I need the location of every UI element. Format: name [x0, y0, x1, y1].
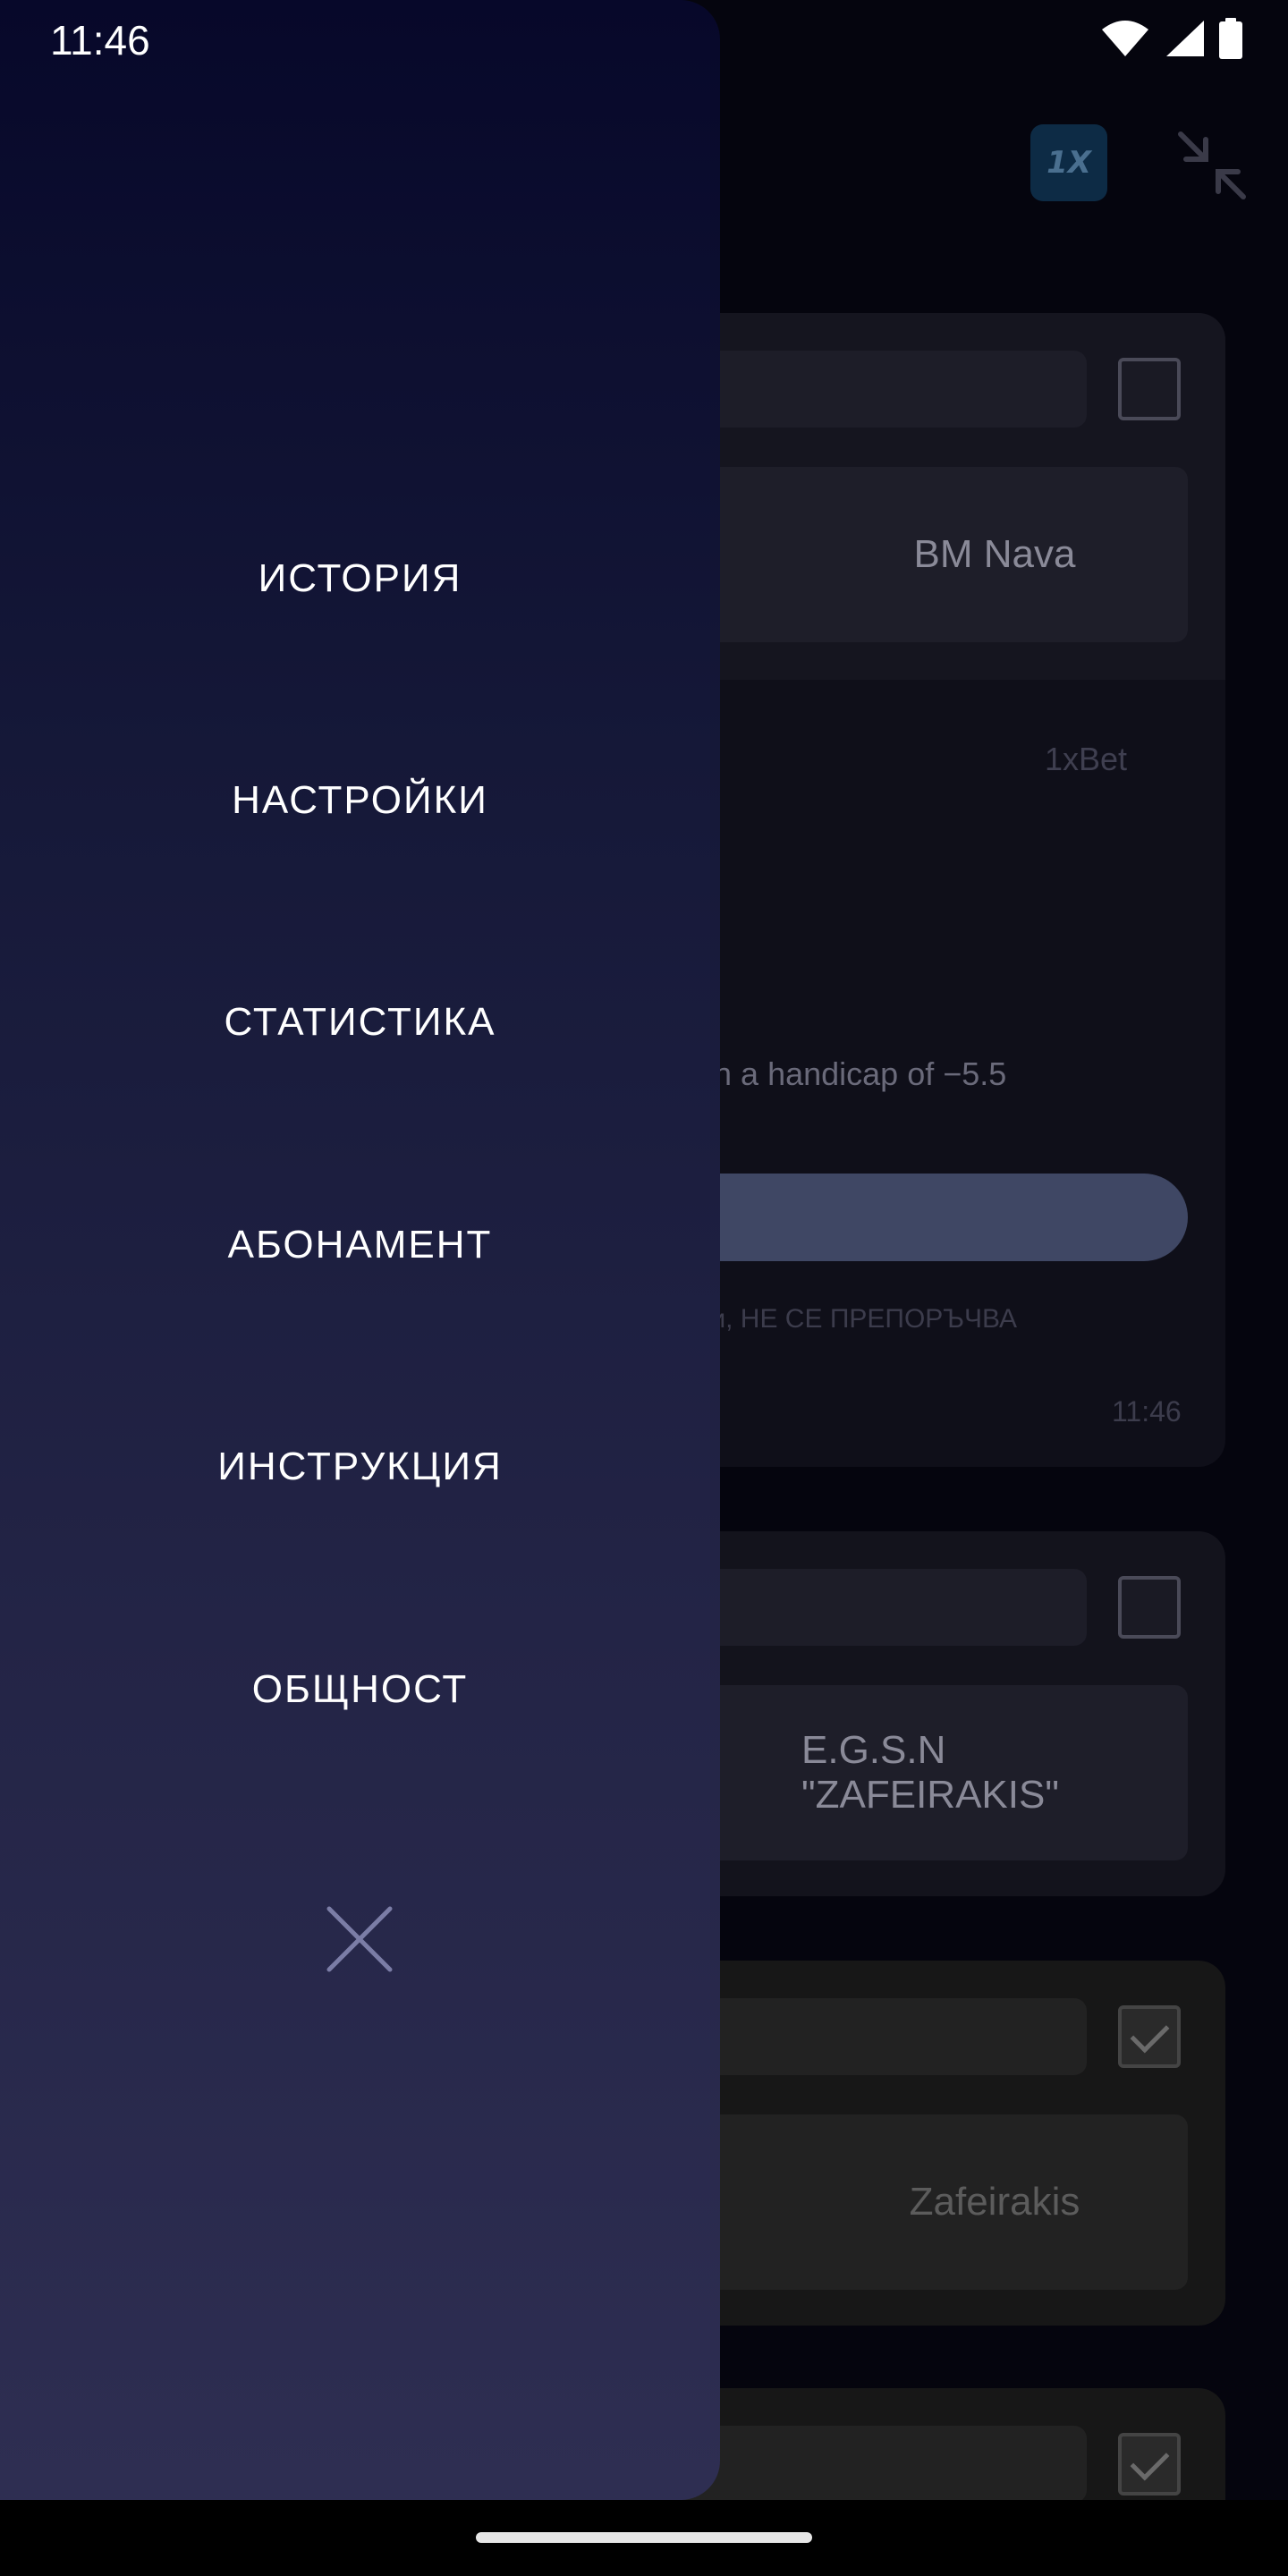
card-checkbox[interactable] — [1118, 358, 1181, 420]
wifi-icon — [1102, 21, 1148, 56]
card-time: 11:46 — [1112, 1395, 1182, 1428]
card-checkbox[interactable] — [1118, 1576, 1181, 1639]
home-gesture-handle[interactable] — [476, 2532, 812, 2543]
menu-item-history[interactable]: ИСТОРИЯ — [0, 530, 720, 628]
menu-item-settings[interactable]: НАСТРОЙКИ — [0, 751, 720, 850]
menu-item-instructions[interactable]: ИНСТРУКЦИЯ — [0, 1418, 720, 1516]
card-checkbox-checked[interactable] — [1118, 2005, 1181, 2068]
status-bar: 11:46 — [0, 0, 1288, 80]
menu-item-statistics[interactable]: СТАТИСТИКА — [0, 973, 720, 1072]
close-icon[interactable] — [315, 1894, 404, 1984]
system-nav-bar — [0, 2500, 1288, 2576]
menu-item-subscription[interactable]: АБОНАМЕНТ — [0, 1196, 720, 1294]
collapse-icon[interactable] — [1172, 125, 1252, 206]
navigation-drawer: ИСТОРИЯ НАСТРОЙКИ СТАТИСТИКА АБОНАМЕНТ И… — [0, 0, 720, 2500]
bookmaker-logo[interactable]: 1X — [1030, 124, 1107, 201]
battery-icon — [1219, 18, 1242, 59]
status-time: 11:46 — [50, 17, 150, 64]
card-checkbox-checked[interactable] — [1118, 2433, 1181, 2496]
menu-item-community[interactable]: ОБЩНОСТ — [0, 1640, 720, 1739]
signal-icon — [1166, 21, 1204, 56]
bookmaker-name: 1xBet — [1045, 741, 1128, 777]
